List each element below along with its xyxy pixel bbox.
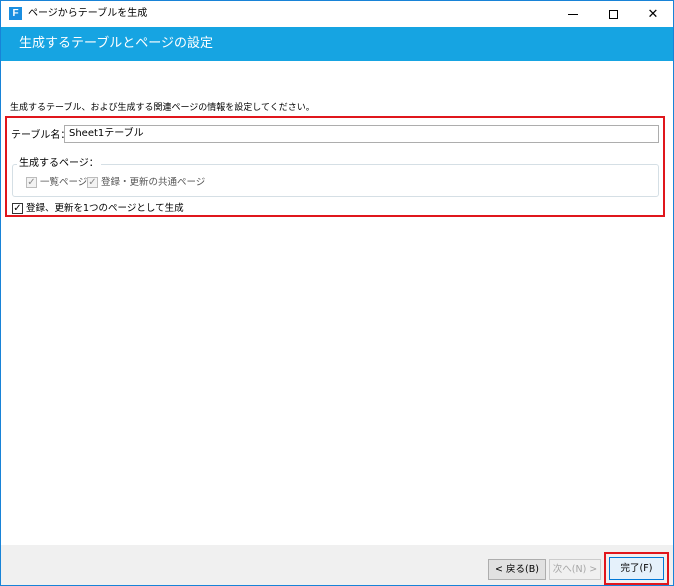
single-page-label: 登録、更新を1つのページとして生成 [26,203,184,214]
close-button[interactable]: ✕ [633,1,673,27]
check-icon: ✓ [88,176,97,188]
page-title: 生成するテーブルとページの設定 [19,36,213,51]
dialog-window: F ページからテーブルを生成 ✕ 生成するテーブルとページの設定 生成するテーブ… [0,0,674,586]
table-name-label: テーブル名： [11,130,71,141]
window-title: ページからテーブルを生成 [28,8,148,19]
wizard-content: 生成するテーブル、および生成する関連ページの情報を設定してください。 テーブル名… [1,61,673,545]
highlight-box [604,552,669,585]
back-button[interactable]: < 戻る(B) [488,559,546,580]
group-label: 生成するページ： [17,158,101,170]
shared-page-label: 登録・更新の共通ページ [101,177,206,188]
maximize-button[interactable] [593,1,633,27]
instruction-text: 生成するテーブル、および生成する関連ページの情報を設定してください。 [10,103,315,113]
wizard-footer: < 戻る(B) 次へ(N) > 完了(F) [1,545,673,585]
wizard-header: 生成するテーブルとページの設定 [1,27,673,61]
app-icon: F [9,7,22,20]
list-page-checkbox[interactable]: ✓ [26,177,37,188]
single-page-checkbox[interactable]: ✓ [12,203,23,214]
title-bar[interactable]: F ページからテーブルを生成 ✕ [1,1,673,27]
shared-page-checkbox[interactable]: ✓ [87,177,98,188]
minimize-button[interactable] [553,1,593,27]
check-icon: ✓ [13,202,22,214]
minimize-icon [568,13,578,15]
next-button[interactable]: 次へ(N) > [549,559,601,580]
table-name-input[interactable]: Sheet1テーブル [64,125,659,143]
close-icon: ✕ [647,6,659,22]
list-page-label: 一覧ページ [40,177,88,188]
maximize-icon [608,9,618,19]
check-icon: ✓ [27,176,36,188]
